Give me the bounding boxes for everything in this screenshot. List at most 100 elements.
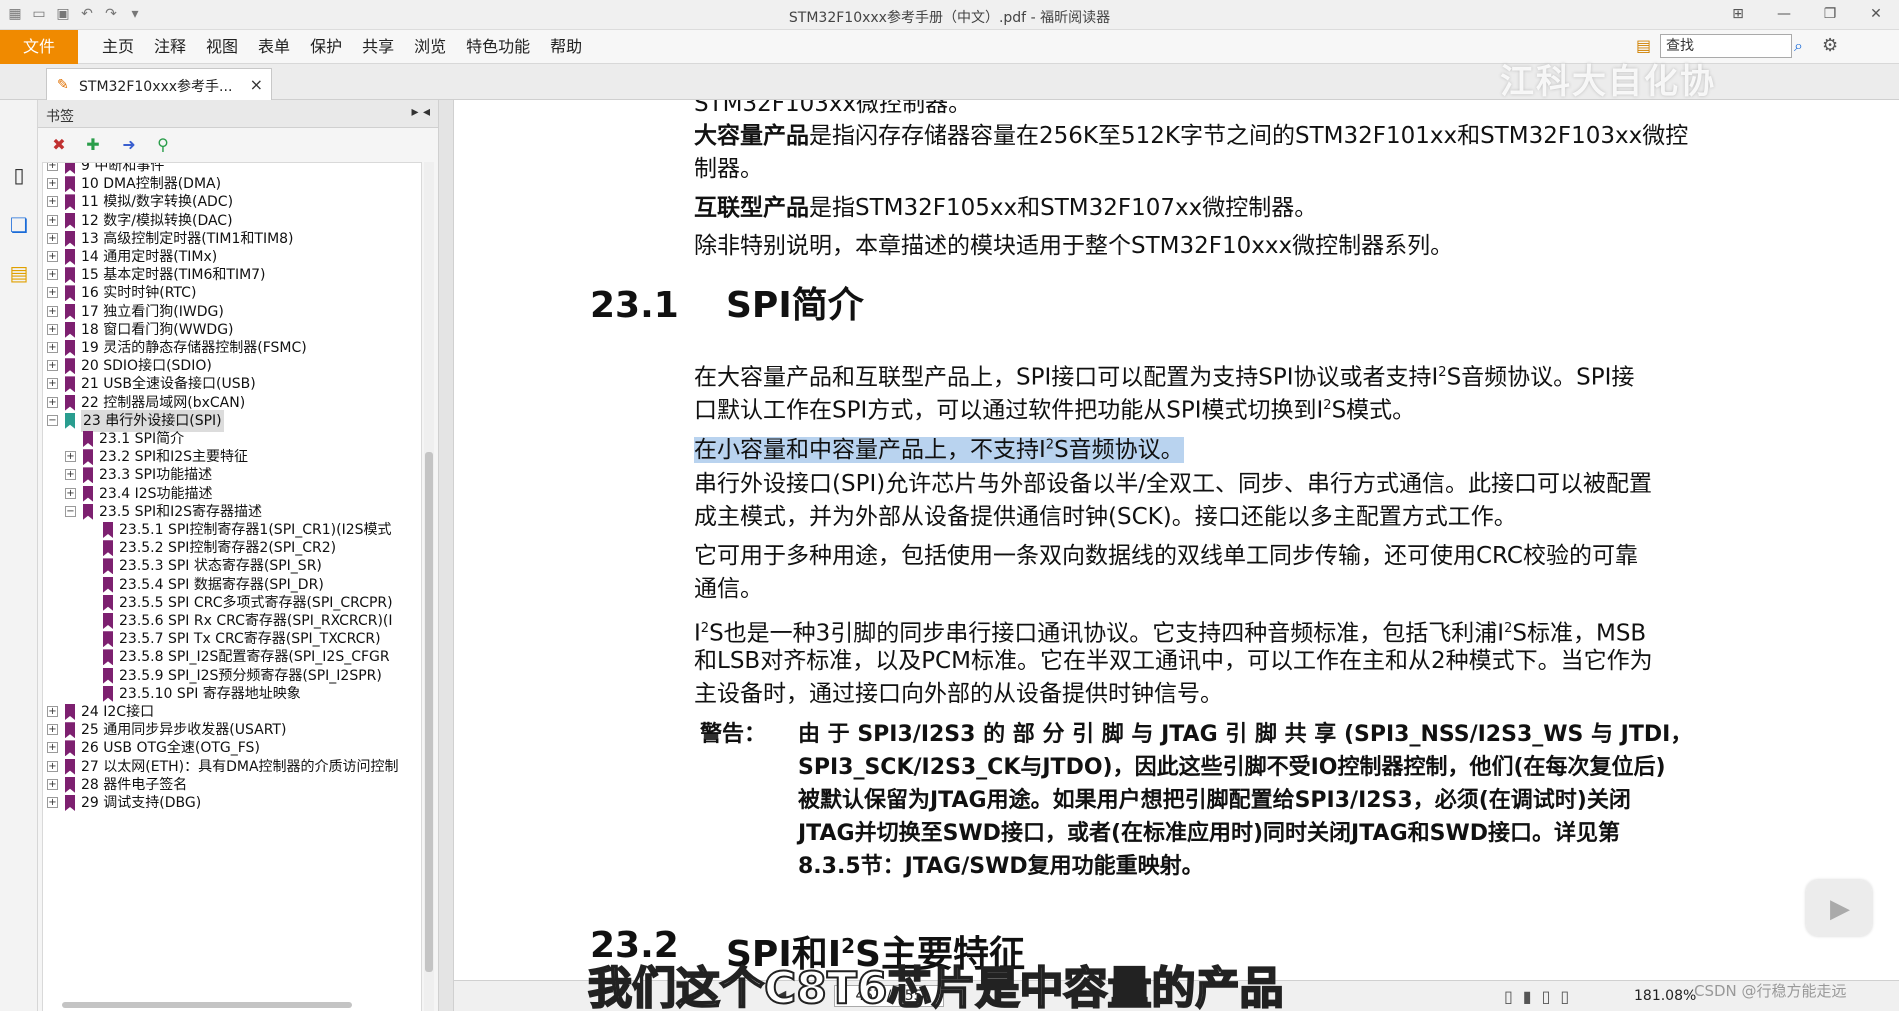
scrollbar-thumb[interactable] (425, 452, 433, 972)
side-icon-strip: ▯ ❏ ▤ (0, 100, 38, 1011)
bookmark-panel: 书签 ▸ ◂ ✖ ✚ ➜ ⚲ +9 中断和事件 +10 DMA控制器(DMA) +1… (38, 100, 438, 1011)
expand-icon[interactable]: + (47, 323, 58, 335)
bookmark-flag-icon (65, 795, 75, 811)
gear-icon[interactable]: ⚙ (1822, 35, 1838, 56)
collapse-icon[interactable]: − (65, 505, 76, 517)
minimize-button[interactable]: — (1761, 0, 1807, 30)
term-large-capacity: 大容量产品 (694, 123, 809, 149)
expand-icon[interactable]: + (47, 251, 58, 262)
bookmark-tree: +9 中断和事件 +10 DMA控制器(DMA) +11 模拟/数字转换(ADC) +… (42, 162, 422, 1011)
expand-icon[interactable]: + (47, 287, 58, 299)
expand-icon[interactable]: + (47, 214, 58, 226)
bookmark-flag-icon (83, 449, 93, 466)
close-tab-icon[interactable]: × (250, 75, 263, 94)
text-para1-line1-a: 在大容量产品和互联型产品上，SPI接口可以配置为支持SPI协议或者支持I (694, 364, 1439, 391)
menu-home[interactable]: 主页 (92, 30, 144, 64)
bookmark-flag-icon (65, 230, 75, 247)
close-button[interactable]: ✕ (1853, 0, 1899, 30)
menu-share[interactable]: 共享 (352, 30, 404, 64)
add-bookmark-icon[interactable]: ✚ (82, 134, 104, 156)
bookmark-flag-icon (103, 540, 113, 557)
expand-icon[interactable]: + (47, 342, 58, 353)
text-para2-selected[interactable]: 在小容量和中容量产品上，不支持I2S音频协议。 (694, 428, 1184, 467)
expand-bookmark-icon[interactable]: ➜ (118, 134, 140, 156)
expand-icon[interactable]: + (47, 163, 58, 171)
bookmark-flag-icon (103, 613, 113, 629)
bookmark-flag-icon (83, 467, 93, 484)
bookmark-flag-icon (65, 358, 75, 375)
bookmark-item[interactable]: +29 调试支持(DBG) (43, 792, 421, 814)
bookmark-flag-icon (103, 631, 113, 648)
page-thumbnail-icon[interactable]: ▯ (6, 162, 32, 188)
bookmark-flag-icon (103, 576, 113, 593)
expand-icon[interactable]: + (47, 706, 58, 717)
section-title-spi-intro: SPI简介 (726, 285, 864, 326)
csdn-watermark: CSDN @行稳方能走远 (1694, 982, 1847, 1000)
view-mode-icons[interactable]: ▯▮▯▯ (1504, 987, 1579, 1006)
bookmark-flag-icon (83, 431, 93, 447)
expand-icon[interactable]: + (47, 232, 58, 244)
bookmark-flag-icon (65, 321, 75, 338)
expand-icon[interactable]: + (65, 487, 76, 499)
pdf-icon: ✎ (57, 77, 69, 93)
expand-icon[interactable]: + (47, 797, 58, 808)
folder-search-icon[interactable]: ▤ (1636, 36, 1656, 56)
text-para5-line1-a: I (694, 620, 701, 647)
expand-icon[interactable]: + (47, 396, 58, 408)
menu-features[interactable]: 特色功能 (456, 30, 540, 64)
bookmark-flag-icon (83, 503, 93, 520)
expand-icon[interactable]: + (47, 178, 58, 190)
expand-icon[interactable]: + (47, 778, 58, 790)
document-tab[interactable]: ✎ STM32F10xxx参考手... × (46, 68, 272, 100)
text-large-capacity: 大容量产品是指闪存存储器容量在256K至512K字节之间的STM32F101xx… (694, 120, 1688, 153)
window-controls: ⊞ — ❐ ✕ (1715, 0, 1899, 30)
expand-icon[interactable]: + (47, 360, 58, 372)
comments-icon[interactable]: ▤ (6, 260, 32, 286)
expand-icon[interactable]: + (47, 742, 58, 754)
title-bar: ▦ ▭ ▣ ↶ ↷ ▾ STM32F10xxx参考手册（中文）.pdf - 福昕… (0, 0, 1899, 30)
expand-icon[interactable]: + (47, 196, 58, 208)
expand-icon[interactable]: + (47, 269, 58, 281)
video-play-button[interactable]: ▶ (1806, 880, 1872, 936)
bookmark-flag-icon (65, 722, 75, 739)
file-menu[interactable]: 文件 (0, 30, 78, 64)
panel-collapse-icon[interactable]: ▸ ◂ (411, 104, 430, 120)
bookmark-flag-icon (65, 249, 75, 265)
expand-icon[interactable]: + (47, 724, 58, 736)
bookmark-scrollbar[interactable] (424, 162, 434, 1011)
warning-line2: SPI3_SCK/I2S3_CK与JTDO)，因此这些引脚不受IO控制器控制，他… (798, 755, 1666, 780)
warning-label: 警告： (700, 722, 767, 747)
document-tab-label: STM32F10xxx参考手... (79, 79, 233, 95)
text-top-line: STM32F103xx微控制器。 (694, 100, 972, 117)
text-cursor-icon: I (988, 470, 994, 491)
expand-icon[interactable]: + (47, 760, 58, 772)
menu-browse[interactable]: 浏览 (404, 30, 456, 64)
bookmark-flag-icon (103, 649, 113, 666)
collapse-icon[interactable]: − (47, 414, 58, 426)
expand-icon[interactable]: + (65, 469, 76, 481)
delete-bookmark-icon[interactable]: ✖ (48, 134, 70, 156)
expand-icon[interactable]: + (47, 305, 58, 317)
bookmark-flag-icon (65, 412, 75, 429)
layers-icon[interactable]: ❏ (6, 212, 32, 238)
restore-button[interactable]: ❐ (1807, 0, 1853, 30)
expand-icon[interactable]: + (47, 378, 58, 390)
text-para4-line1: 它可用于多种用途，包括使用一条双向数据线的双线单工同步传输，还可使用CRC校验的… (694, 543, 1638, 569)
menu-comment[interactable]: 注释 (144, 30, 196, 64)
search-bookmark-icon[interactable]: ⚲ (152, 134, 174, 156)
expand-icon[interactable]: + (65, 451, 76, 463)
channel-watermark: 江科大自化协 (1500, 62, 1716, 102)
term-connectivity: 互联型产品 (694, 195, 809, 221)
menu-protect[interactable]: 保护 (300, 30, 352, 64)
menu-view[interactable]: 视图 (196, 30, 248, 64)
panel-splitter[interactable] (438, 100, 454, 1011)
search-icon[interactable]: ⌕ (1794, 36, 1803, 56)
bookmark-panel-title: 书签 (46, 109, 74, 125)
zoom-level[interactable]: 181.08% (1634, 988, 1696, 1004)
layout-icon[interactable]: ⊞ (1715, 0, 1761, 30)
menu-help[interactable]: 帮助 (540, 30, 592, 64)
text-large-capacity-rest: 是指闪存存储器容量在256K至512K字节之间的STM32F101xx和STM3… (809, 123, 1689, 149)
menu-form[interactable]: 表单 (248, 30, 300, 64)
bookmark-horizontal-scrollbar[interactable] (62, 1002, 352, 1008)
text-large-capacity-cont: 制器。 (694, 156, 763, 182)
